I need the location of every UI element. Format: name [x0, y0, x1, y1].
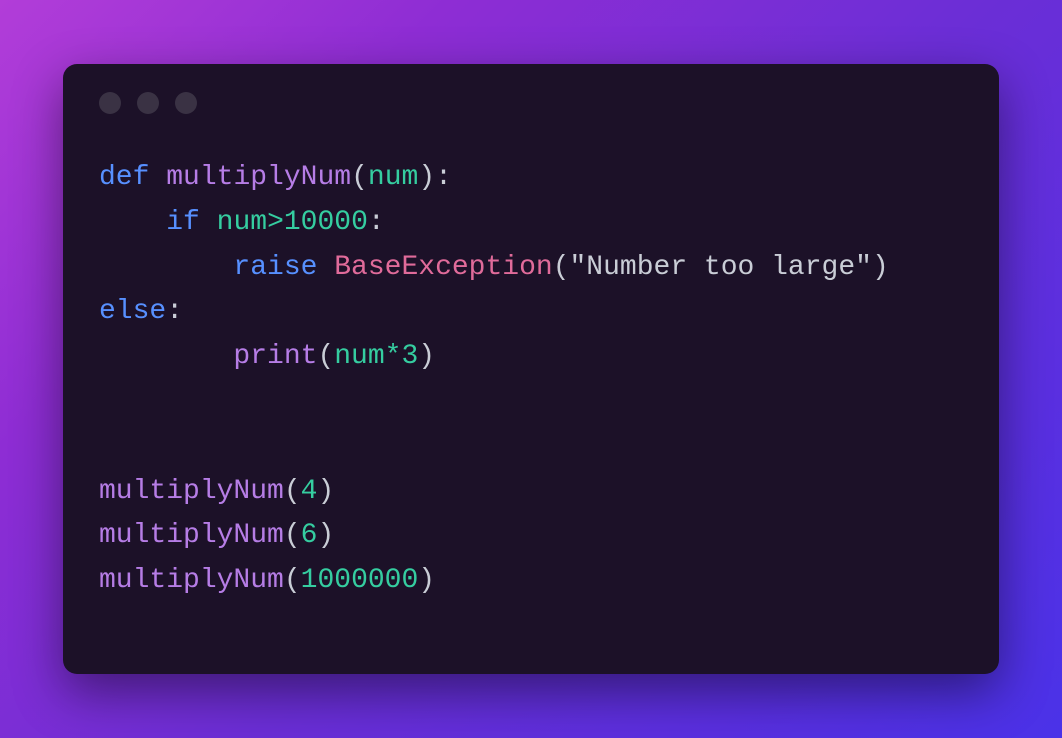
keyword-def: def — [99, 162, 149, 193]
call-fn: multiplyNum — [99, 476, 284, 507]
var-num: num — [217, 207, 267, 238]
op-gt: > — [267, 207, 284, 238]
traffic-light-minimize[interactable] — [137, 92, 159, 114]
builtin-print: print — [233, 341, 317, 372]
class-name: BaseException — [334, 252, 552, 283]
rparen: ) — [317, 476, 334, 507]
function-name: multiplyNum — [166, 162, 351, 193]
num-threshold: 10000 — [284, 207, 368, 238]
colon: : — [368, 207, 385, 238]
colon: : — [435, 162, 452, 193]
code-block: def multiplyNum(num): if num>10000: rais… — [99, 156, 963, 604]
param-name: num — [368, 162, 418, 193]
rparen: ) — [317, 520, 334, 551]
string-literal: "Number too large") — [570, 252, 889, 283]
traffic-light-zoom[interactable] — [175, 92, 197, 114]
traffic-light-close[interactable] — [99, 92, 121, 114]
lparen: ( — [284, 476, 301, 507]
call-arg: 4 — [301, 476, 318, 507]
keyword-else: else — [99, 296, 166, 327]
call-fn: multiplyNum — [99, 565, 284, 596]
num-factor: 3 — [401, 341, 418, 372]
call-fn: multiplyNum — [99, 520, 284, 551]
call-arg: 1000000 — [301, 565, 419, 596]
colon: : — [166, 296, 183, 327]
var-num: num — [334, 341, 384, 372]
op-star: * — [385, 341, 402, 372]
lparen: ( — [553, 252, 570, 283]
rparen: ) — [418, 565, 435, 596]
lparen: ( — [317, 341, 334, 372]
rparen: ) — [418, 341, 435, 372]
lparen: ( — [284, 520, 301, 551]
rparen: ) — [418, 162, 435, 193]
call-arg: 6 — [301, 520, 318, 551]
lparen: ( — [351, 162, 368, 193]
lparen: ( — [284, 565, 301, 596]
keyword-if: if — [166, 207, 200, 238]
code-window: def multiplyNum(num): if num>10000: rais… — [63, 64, 999, 674]
traffic-lights — [99, 92, 963, 114]
keyword-raise: raise — [233, 252, 317, 283]
